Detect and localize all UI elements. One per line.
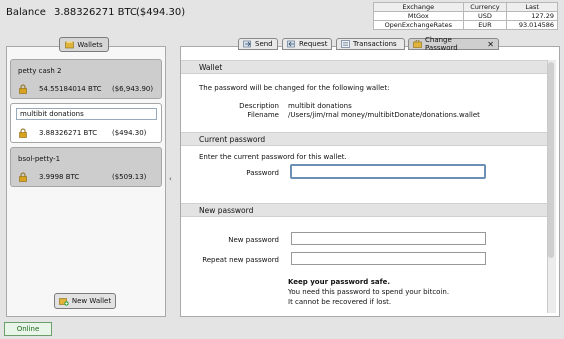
tab-request[interactable]: Request (282, 38, 332, 50)
wallet-fiat-balance: ($6,943.90) (112, 85, 154, 93)
rate-currency: USD (462, 11, 508, 21)
safe-line-2: It cannot be recovered if lost. (288, 298, 392, 306)
balance-btc: 3.88326271 BTC (54, 7, 137, 18)
password-label: Password (246, 169, 279, 177)
rate-exchange: MtGox (373, 11, 464, 21)
safe-line-1: You need this password to spend your bit… (288, 288, 450, 296)
rates-header-exchange: Exchange (373, 2, 464, 12)
wallets-panel: petty cash 2 54.55184014 BTC ($6,943.90)… (6, 46, 166, 317)
tab-transactions[interactable]: Transactions (336, 38, 405, 50)
wallet-name-field[interactable]: multibit donations (16, 108, 157, 120)
request-icon (287, 40, 296, 48)
lock-icon (18, 172, 28, 182)
safe-heading: Keep your password safe. (288, 278, 391, 286)
new-password-label: New password (228, 236, 279, 244)
wallet-btc-balance: 3.88326271 BTC (39, 129, 98, 137)
repeat-password-input[interactable] (291, 252, 486, 265)
rate-last: 127.29 (506, 11, 558, 21)
wallet-intro-text: The password will be changed for the fol… (199, 84, 390, 92)
description-label: Description (239, 102, 279, 110)
lock-icon (18, 84, 28, 94)
send-icon (243, 40, 252, 48)
new-password-input[interactable] (291, 232, 486, 245)
status-badge: Online (4, 322, 52, 336)
wallets-icon (65, 41, 75, 49)
wallet-btc-balance: 54.55184014 BTC (39, 85, 102, 93)
table-row: OpenExchangeRates EUR 93.014586 (373, 20, 558, 30)
close-icon[interactable]: ✕ (487, 40, 494, 49)
wallet-card-bsol-petty-1[interactable]: bsol-petty-1 3.9998 BTC ($509.13) (10, 147, 162, 187)
balance-label: Balance (6, 7, 46, 18)
repeat-password-label: Repeat new password (202, 256, 279, 264)
rate-last: 93.014586 (506, 20, 558, 30)
new-wallet-label: New Wallet (71, 297, 112, 305)
exchange-rates-table: Exchange Currency Last MtGox USD 127.29 … (373, 2, 558, 30)
wallet-card-multibit-donations[interactable]: multibit donations 3.88326271 BTC ($494.… (10, 103, 162, 143)
table-row: MtGox USD 127.29 (373, 11, 558, 21)
wallets-tab-label: Wallets (77, 40, 103, 49)
rates-header-row: Exchange Currency Last (373, 2, 558, 12)
filename-value: /Users/jim/rnal money/multibitDonate/don… (288, 111, 480, 119)
lock-icon (18, 128, 28, 138)
rate-currency: EUR (462, 20, 508, 30)
tab-transactions-label: Transactions (353, 40, 397, 48)
wallet-card-petty-cash-2[interactable]: petty cash 2 54.55184014 BTC ($6,943.90) (10, 59, 162, 99)
scroll-thumb[interactable] (548, 62, 554, 258)
tab-send-label: Send (255, 40, 273, 48)
rates-header-currency: Currency (462, 2, 508, 12)
rates-header-last: Last (506, 2, 558, 12)
tab-send[interactable]: Send (238, 38, 278, 50)
rate-exchange: OpenExchangeRates (373, 20, 464, 30)
wallet-name: bsol-petty-1 (18, 155, 61, 163)
new-wallet-button[interactable]: New Wallet (54, 293, 116, 309)
current-password-section-header: Current password (181, 132, 547, 146)
filename-label: Filename (247, 111, 279, 119)
balance-fiat: ($494.30) (136, 7, 186, 18)
wallet-fiat-balance: ($509.13) (112, 173, 147, 181)
transactions-icon (341, 40, 350, 48)
wallets-tab[interactable]: Wallets (59, 37, 109, 52)
description-value: multibit donations (288, 102, 352, 110)
tab-request-label: Request (299, 40, 328, 48)
tab-change-password[interactable]: Change Password ✕ (408, 36, 499, 52)
collapse-arrow-icon[interactable]: ‹ (169, 175, 172, 183)
new-password-section-header: New password (181, 203, 547, 217)
wallet-name: petty cash 2 (18, 67, 62, 75)
new-wallet-icon (59, 297, 69, 306)
change-password-icon (413, 40, 422, 48)
wallet-btc-balance: 3.9998 BTC (39, 173, 80, 181)
wallet-section-header: Wallet (181, 60, 547, 74)
wallet-fiat-balance: ($494.30) (112, 129, 147, 137)
tab-change-password-label: Change Password (425, 36, 458, 52)
current-password-intro: Enter the current password for this wall… (199, 153, 347, 161)
current-password-input[interactable] (290, 164, 486, 179)
change-password-form: Wallet The password will be changed for … (181, 60, 547, 314)
